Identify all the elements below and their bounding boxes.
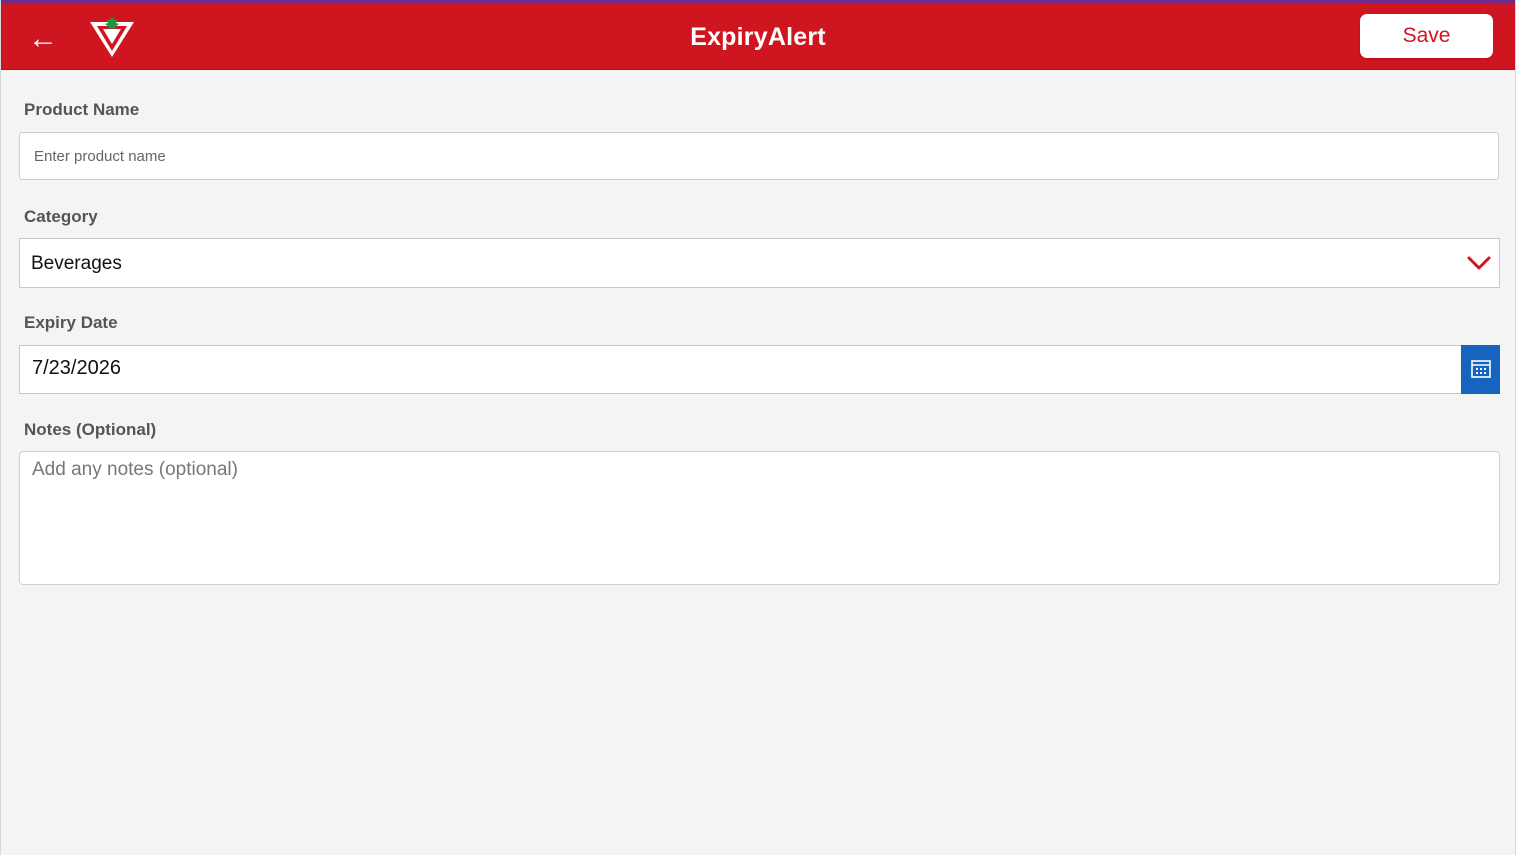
- category-selected-value: Beverages: [31, 253, 122, 274]
- expiry-date-value: 7/23/2026: [32, 357, 121, 379]
- category-label: Category: [24, 207, 98, 226]
- product-name-input[interactable]: [19, 132, 1499, 180]
- expiry-date-label: Expiry Date: [24, 313, 118, 332]
- chevron-down-icon: [1467, 252, 1491, 274]
- back-button[interactable]: ←: [25, 21, 61, 57]
- notes-textarea[interactable]: [19, 451, 1500, 585]
- expiry-date-picker[interactable]: 7/23/2026: [19, 345, 1500, 394]
- app-window: ← ExpiryAlert Save Product Name Category…: [0, 0, 1516, 855]
- category-select[interactable]: Beverages: [19, 238, 1500, 288]
- notes-label: Notes (Optional): [24, 420, 157, 439]
- triangle-maple-leaf-logo: [87, 15, 137, 59]
- save-button[interactable]: Save: [1360, 14, 1493, 58]
- page-title: ExpiryAlert: [690, 23, 826, 51]
- header-bar: ← ExpiryAlert Save: [1, 3, 1515, 70]
- calendar-icon: [1471, 360, 1491, 378]
- calendar-button[interactable]: [1461, 345, 1500, 394]
- arrow-left-icon: ←: [28, 22, 58, 55]
- product-name-label: Product Name: [24, 100, 140, 119]
